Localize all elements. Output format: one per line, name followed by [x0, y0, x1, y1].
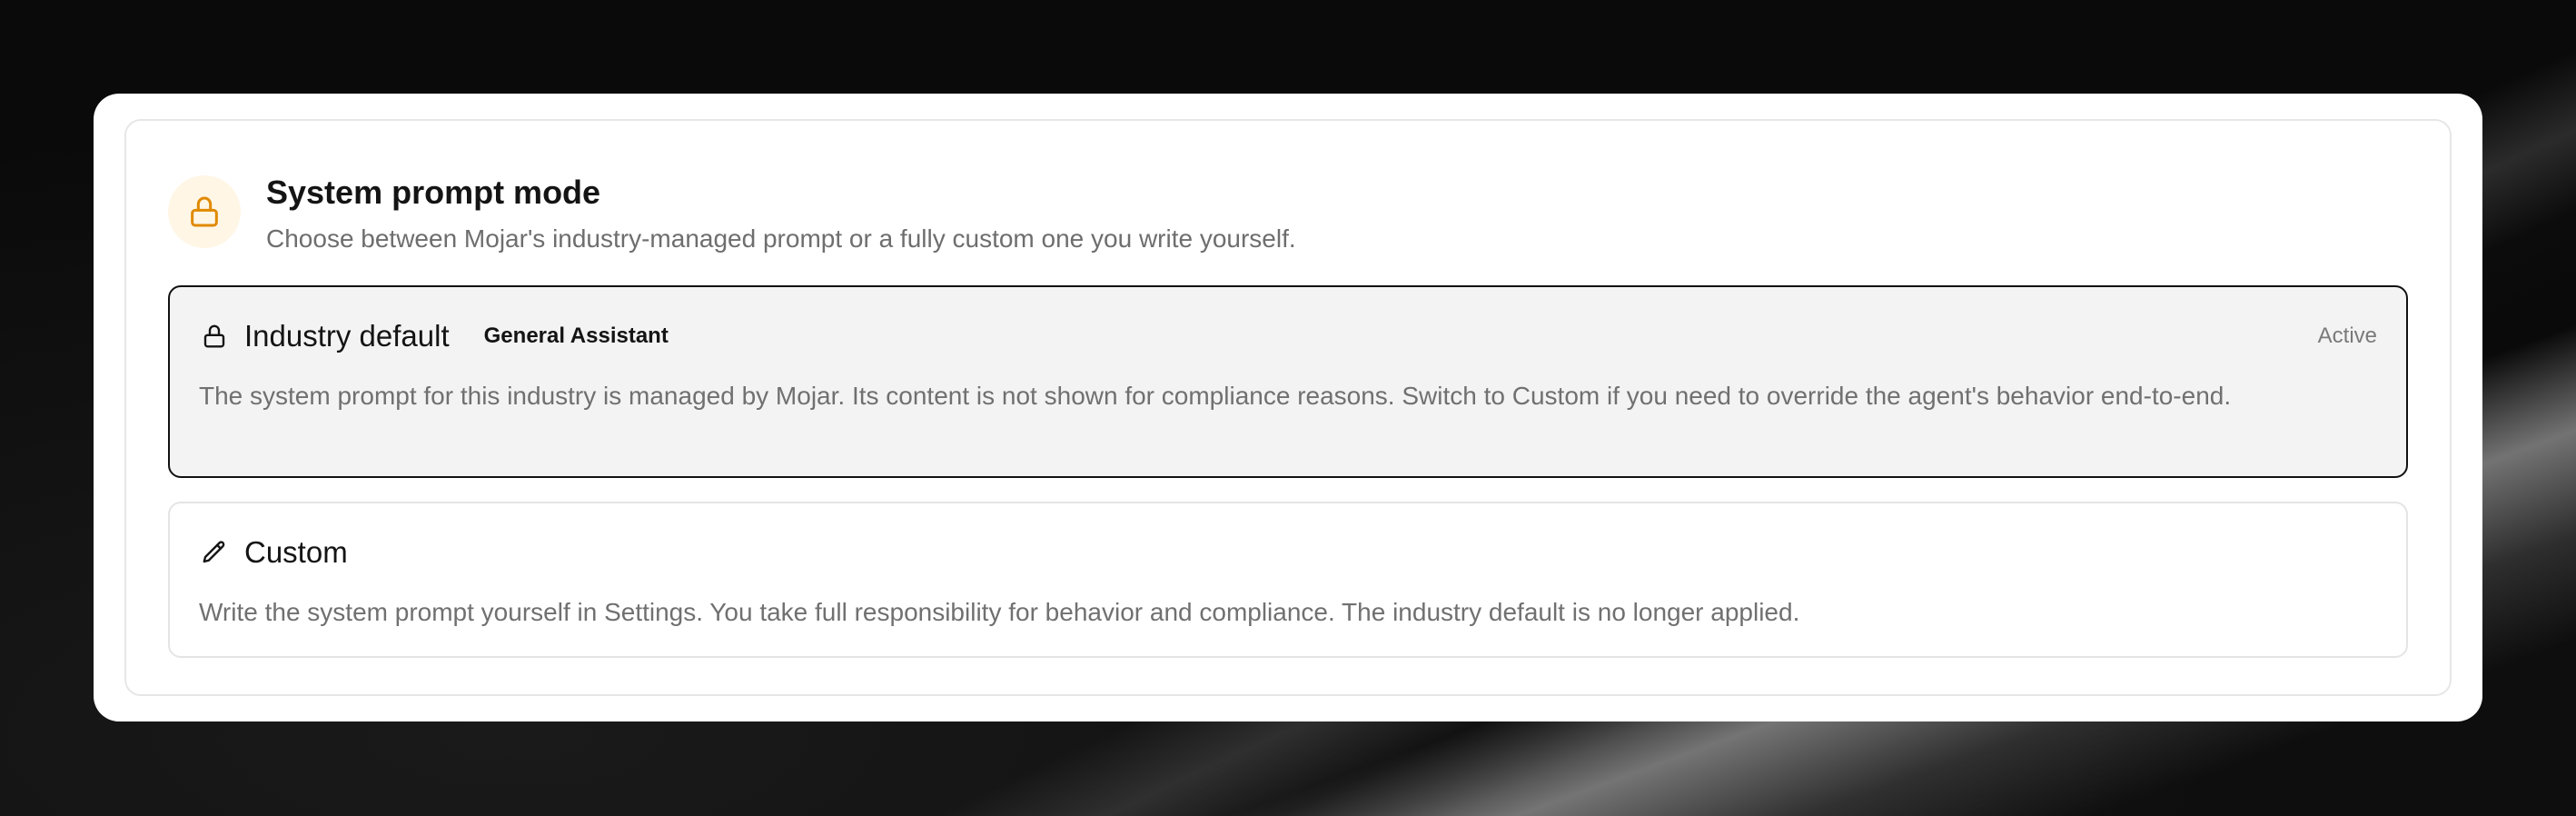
section-header: System prompt mode Choose between Mojar'…	[168, 172, 2408, 254]
system-prompt-mode-panel: System prompt mode Choose between Mojar'…	[124, 119, 2452, 696]
pencil-icon	[199, 537, 230, 568]
lock-icon	[168, 175, 241, 248]
industry-badge: General Assistant	[483, 323, 669, 349]
section-subtitle: Choose between Mojar's industry-managed …	[266, 224, 1296, 254]
option-title: Custom	[244, 534, 348, 569]
status-label: Active	[2317, 323, 2377, 349]
option-industry-default[interactable]: Industry default General Assistant Activ…	[168, 284, 2408, 478]
section-title: System prompt mode	[266, 174, 601, 211]
option-description: The system prompt for this industry is m…	[199, 382, 2232, 411]
settings-card: System prompt mode Choose between Mojar'…	[94, 94, 2482, 721]
option-title: Industry default	[244, 318, 450, 353]
option-custom[interactable]: Custom Write the system prompt yourself …	[168, 501, 2408, 658]
lock-icon	[199, 321, 230, 352]
option-description: Write the system prompt yourself in Sett…	[199, 598, 1800, 627]
